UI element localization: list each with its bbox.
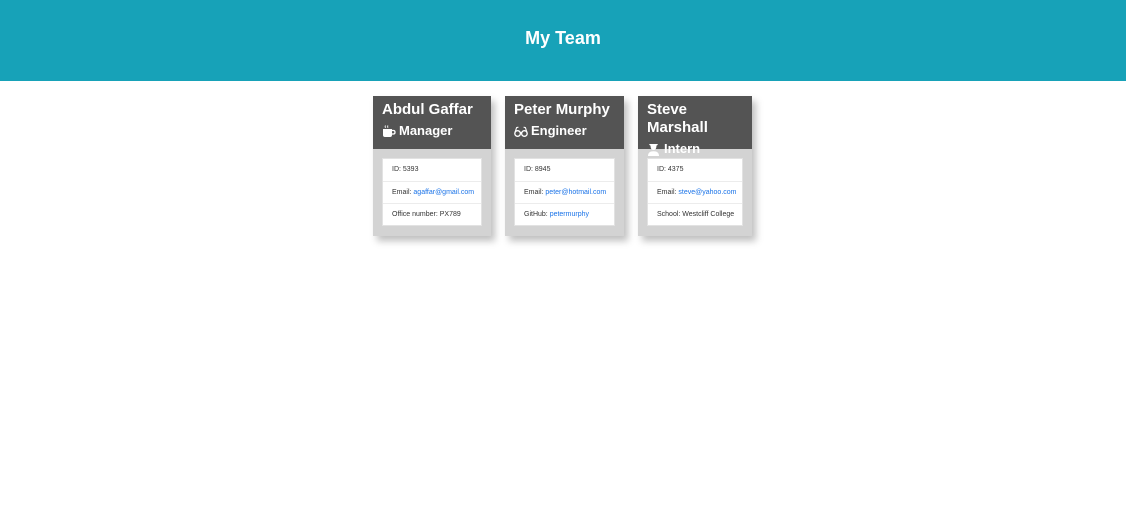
github-label: GitHub: [524,211,550,218]
employee-card-engineer: Peter Murphy Engineer ID: 8945 Email: pe… [505,96,624,236]
card-body: ID: 8945 Email: peter@hotmail.com GitHub… [505,149,624,236]
glasses-icon [514,125,528,138]
role-label: Intern [664,141,701,156]
id-label: ID: [392,166,403,173]
list-item: Email: agaffar@gmail.com [383,181,481,203]
email-label: Email: [524,189,546,196]
id-value: 4375 [667,166,684,173]
id-label: ID: [657,166,668,173]
email-link[interactable]: peter@hotmail.com [545,189,606,196]
list-item: Email: steve@yahoo.com [648,181,742,203]
list-item: ID: 5393 [383,159,481,181]
email-link[interactable]: agaffar@gmail.com [413,189,474,196]
employee-role: Manager [382,123,491,139]
id-value: 5393 [402,166,419,173]
employee-card-manager: Abdul Gaffar Manager ID: 5393 Email: aga… [373,96,491,236]
office-number-label: Office number: [392,211,440,218]
employee-details: ID: 4375 Email: steve@yahoo.com School: … [647,158,743,226]
list-item: GitHub: petermurphy [515,203,614,225]
list-item: Email: peter@hotmail.com [515,181,614,203]
school-value: Westcliff College [682,211,735,218]
office-number-value: PX789 [439,211,461,218]
id-label: ID: [524,166,535,173]
page-title: My Team [525,28,601,48]
card-body: ID: 5393 Email: agaffar@gmail.com Office… [373,149,491,236]
graduate-icon [647,143,661,156]
role-label: Engineer [531,123,587,138]
employee-card-intern: Steve Marshall Intern ID: 4375 Email: st… [638,96,752,236]
list-item: School: Westcliff College [648,203,742,225]
card-header: Peter Murphy Engineer [505,96,624,149]
list-item: ID: 8945 [515,159,614,181]
team-cards: Abdul Gaffar Manager ID: 5393 Email: aga… [0,81,1127,532]
mug-icon [382,124,396,138]
list-item: ID: 4375 [648,159,742,181]
school-label: School: [657,211,683,218]
card-body: ID: 4375 Email: steve@yahoo.com School: … [638,149,752,236]
email-link[interactable]: steve@yahoo.com [678,189,736,196]
employee-role: Engineer [514,123,624,139]
role-label: Manager [399,123,453,138]
list-item: Office number: PX789 [383,203,481,225]
email-label: Email: [657,189,679,196]
id-value: 8945 [534,166,551,173]
email-label: Email: [392,189,414,196]
page-header: My Team [0,0,1126,81]
employee-details: ID: 8945 Email: peter@hotmail.com GitHub… [514,158,615,226]
card-header: Steve Marshall Intern [638,96,752,156]
github-link[interactable]: petermurphy [550,211,589,218]
employee-details: ID: 5393 Email: agaffar@gmail.com Office… [382,158,482,226]
employee-name: Peter Murphy [514,101,610,118]
employee-name: Abdul Gaffar [382,101,473,118]
card-header: Abdul Gaffar Manager [373,96,491,149]
employee-name: Steve Marshall [647,101,708,136]
